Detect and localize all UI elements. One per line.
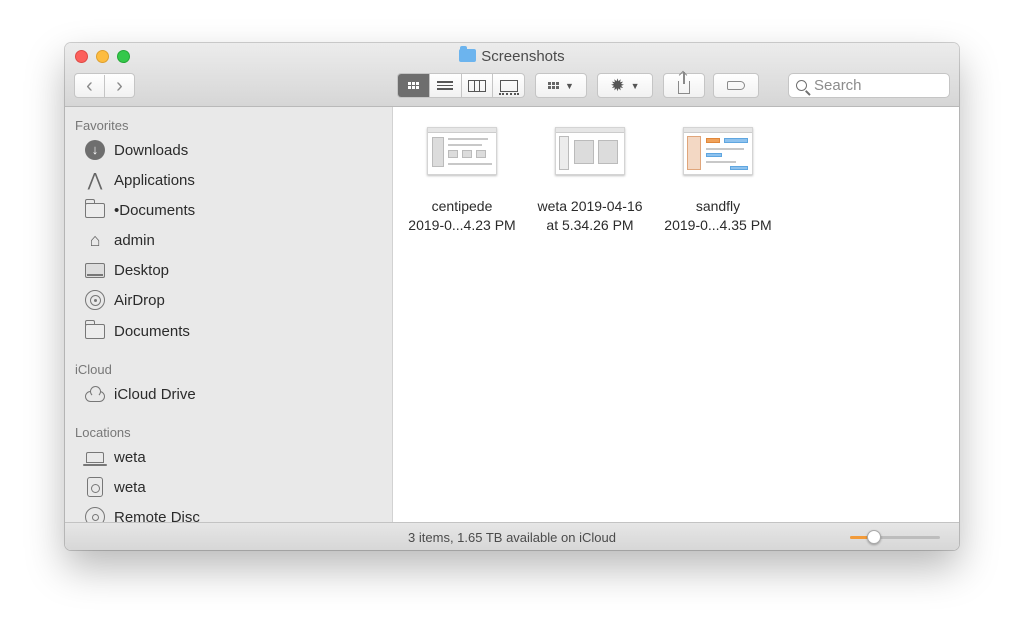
status-bar: 3 items, 1.65 TB available on iCloud: [65, 522, 959, 550]
file-item[interactable]: centipede 2019-0...4.23 PM: [397, 107, 527, 235]
list-view-button[interactable]: [428, 74, 461, 97]
tag-button[interactable]: [713, 73, 759, 98]
chevron-down-icon: ▼: [630, 80, 640, 91]
sidebar-item-icloud-drive[interactable]: iCloud Drive: [85, 381, 196, 407]
view-mode-selector: [397, 73, 525, 98]
sidebar-item-admin[interactable]: ⌂ admin: [85, 227, 155, 253]
search-field[interactable]: [788, 73, 950, 98]
gear-icon: ✹: [610, 75, 625, 95]
cloud-icon: [85, 385, 105, 402]
folder-icon: [84, 198, 105, 218]
icon-view-button[interactable]: [398, 74, 429, 97]
file-item[interactable]: weta 2019-04-16 at 5.34.26 PM: [525, 107, 655, 235]
folder-icon: [84, 319, 105, 339]
share-icon: [678, 72, 690, 94]
chevron-down-icon: ▼: [565, 80, 574, 91]
file-name: sandfly 2019-0...4.35 PM: [664, 198, 772, 233]
sidebar-section-favorites: Favorites: [75, 118, 129, 133]
screenshot-thumbnail: [683, 127, 753, 175]
file-item[interactable]: sandfly 2019-0...4.35 PM: [653, 107, 783, 235]
group-icon: [548, 82, 560, 89]
screenshot-thumbnail: [555, 127, 625, 175]
sidebar-item-downloads[interactable]: ↓ Downloads: [85, 137, 188, 163]
sidebar-item-documents-tagged[interactable]: •Documents: [84, 197, 195, 223]
folder-icon: [459, 46, 477, 62]
sidebar-section-locations: Locations: [75, 425, 131, 440]
search-icon: [796, 80, 807, 91]
screenshot-thumbnail: [427, 127, 497, 175]
desktop-icon: [85, 262, 105, 278]
group-button[interactable]: ▼: [535, 73, 587, 98]
download-icon: ↓: [85, 140, 105, 160]
sidebar-item-weta-drive[interactable]: weta: [85, 474, 146, 500]
sidebar-section-icloud: iCloud: [75, 362, 112, 377]
laptop-icon: [83, 451, 107, 466]
sidebar-item-weta-computer[interactable]: weta: [83, 444, 146, 470]
window-title: Screenshots: [65, 46, 959, 65]
sidebar-item-desktop[interactable]: Desktop: [85, 257, 169, 283]
list-view-icon: [437, 79, 454, 92]
toolbar: Screenshots ‹ › ▼ ✹ ▼: [65, 43, 959, 107]
gallery-view-button[interactable]: [492, 74, 524, 97]
gallery-view-icon: [498, 79, 519, 95]
sidebar-item-documents[interactable]: Documents: [84, 318, 190, 344]
sidebar-item-airdrop[interactable]: AirDrop: [85, 287, 165, 313]
icon-size-slider[interactable]: [850, 530, 940, 544]
drive-icon: [87, 477, 103, 497]
search-input[interactable]: [814, 77, 934, 94]
home-icon: ⌂: [89, 230, 101, 250]
forward-button[interactable]: ›: [104, 74, 134, 97]
sidebar-item-applications[interactable]: ⋀ Applications: [85, 167, 195, 193]
tag-icon: [727, 81, 745, 90]
file-name: centipede 2019-0...4.23 PM: [408, 198, 516, 233]
finder-window: Screenshots ‹ › ▼ ✹ ▼ Search Favorites ↓…: [65, 43, 959, 550]
action-button[interactable]: ✹ ▼: [597, 73, 653, 98]
icon-view-icon: [407, 82, 419, 89]
file-name: weta 2019-04-16 at 5.34.26 PM: [537, 198, 643, 233]
file-browser: centipede 2019-0...4.23 PM weta 2019-04-…: [394, 107, 959, 522]
column-view-button[interactable]: [460, 74, 493, 97]
sidebar: Favorites ↓ Downloads ⋀ Applications •Do…: [65, 107, 393, 522]
sidebar-item-remote-disc[interactable]: Remote Disc: [85, 504, 200, 522]
column-view-icon: [467, 79, 486, 92]
disc-icon: [85, 507, 105, 522]
share-button[interactable]: [663, 72, 705, 98]
status-text: 3 items, 1.65 TB available on iCloud: [408, 530, 616, 545]
applications-icon: ⋀: [87, 170, 103, 190]
airdrop-icon: [85, 290, 105, 310]
navigation-buttons: ‹ ›: [74, 73, 135, 98]
back-button[interactable]: ‹: [75, 75, 104, 97]
